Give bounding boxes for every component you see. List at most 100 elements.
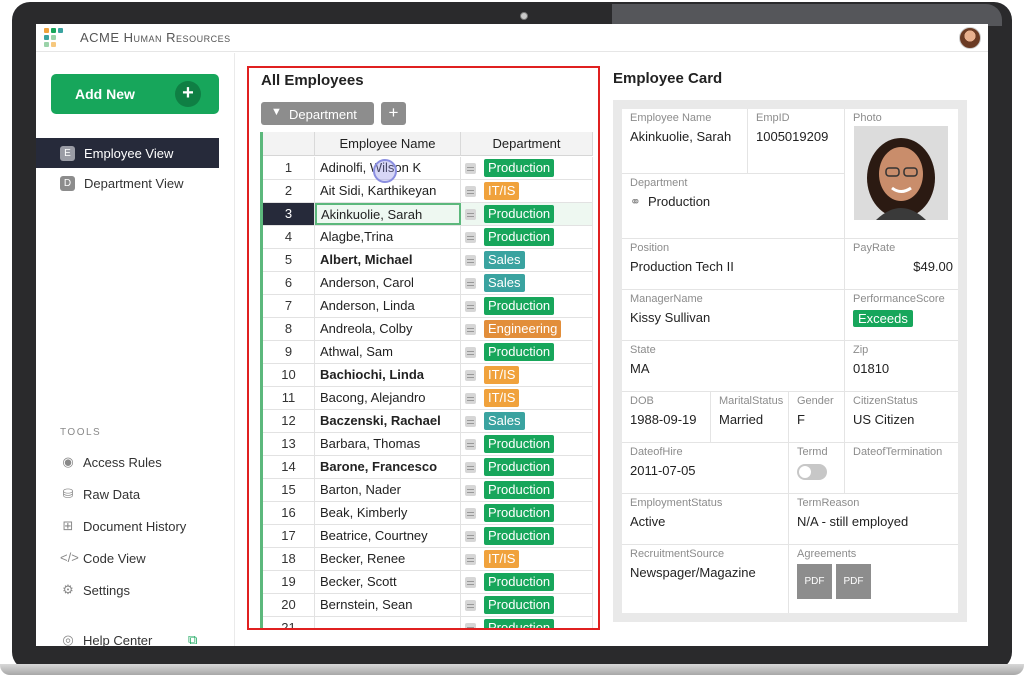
cell-department[interactable]: Sales bbox=[461, 249, 593, 271]
row-number[interactable]: 21 bbox=[263, 617, 315, 628]
cell-employee-name[interactable]: Alagbe,Trina bbox=[315, 226, 461, 248]
row-number[interactable]: 17 bbox=[263, 525, 315, 547]
table-row[interactable]: 5 Albert, Michael Sales bbox=[263, 249, 593, 272]
cell-department[interactable]: Production bbox=[461, 617, 593, 628]
cell-employee-name[interactable]: Athwal, Sam bbox=[315, 341, 461, 363]
cell-employee-name[interactable]: Barone, Francesco bbox=[315, 456, 461, 478]
cell-department[interactable]: IT/IS bbox=[461, 180, 593, 202]
field-dob[interactable]: DOB 1988-09-19 bbox=[622, 392, 711, 443]
table-row[interactable]: 17 Beatrice, Courtney Production bbox=[263, 525, 593, 548]
row-number[interactable]: 13 bbox=[263, 433, 315, 455]
row-number[interactable]: 14 bbox=[263, 456, 315, 478]
row-number[interactable]: 9 bbox=[263, 341, 315, 363]
field-state[interactable]: State MA bbox=[622, 341, 845, 392]
cell-department[interactable]: Production bbox=[461, 594, 593, 616]
table-row[interactable]: 11 Bacong, Alejandro IT/IS bbox=[263, 387, 593, 410]
cell-department[interactable]: Production bbox=[461, 502, 593, 524]
field-date-of-termination[interactable]: DateofTermination bbox=[845, 443, 958, 494]
cell-department[interactable]: Production bbox=[461, 295, 593, 317]
table-row[interactable]: 14 Barone, Francesco Production bbox=[263, 456, 593, 479]
field-termd[interactable]: Termd bbox=[789, 443, 845, 494]
row-number[interactable]: 10 bbox=[263, 364, 315, 386]
row-number[interactable]: 18 bbox=[263, 548, 315, 570]
field-manager[interactable]: ManagerName Kissy Sullivan bbox=[622, 290, 845, 341]
tool-code-view[interactable]: </> Code View bbox=[60, 549, 220, 569]
row-number[interactable]: 6 bbox=[263, 272, 315, 294]
cell-department[interactable]: Production bbox=[461, 456, 593, 478]
table-row[interactable]: 6 Anderson, Carol Sales bbox=[263, 272, 593, 295]
cell-employee-name[interactable]: Anderson, Linda bbox=[315, 295, 461, 317]
table-row[interactable]: 12 Baczenski, Rachael Sales bbox=[263, 410, 593, 433]
cell-department[interactable]: Sales bbox=[461, 272, 593, 294]
row-number[interactable]: 5 bbox=[263, 249, 315, 271]
tool-document-history[interactable]: ⊞ Document History bbox=[60, 517, 220, 537]
cell-employee-name[interactable]: Ait Sidi, Karthikeyan bbox=[315, 180, 461, 202]
tool-access-rules[interactable]: ◉ Access Rules bbox=[60, 453, 220, 473]
table-row[interactable]: 18 Becker, Renee IT/IS bbox=[263, 548, 593, 571]
add-filter-button[interactable]: + bbox=[381, 102, 406, 125]
field-zip[interactable]: Zip 01810 bbox=[845, 341, 958, 392]
row-number[interactable]: 4 bbox=[263, 226, 315, 248]
cell-employee-name[interactable]: Andreola, Colby bbox=[315, 318, 461, 340]
table-row[interactable]: 7 Anderson, Linda Production bbox=[263, 295, 593, 318]
cell-employee-name[interactable] bbox=[315, 617, 461, 628]
field-marital-status[interactable]: MaritalStatus Married bbox=[711, 392, 789, 443]
row-number[interactable]: 2 bbox=[263, 180, 315, 202]
field-performance-score[interactable]: PerformanceScore Exceeds bbox=[845, 290, 958, 341]
row-number[interactable]: 1 bbox=[263, 157, 315, 179]
column-header-department[interactable]: Department bbox=[461, 132, 593, 156]
table-row[interactable]: 2 Ait Sidi, Karthikeyan IT/IS bbox=[263, 180, 593, 203]
tool-settings[interactable]: ⚙ Settings bbox=[60, 581, 220, 601]
cell-employee-name[interactable]: Akinkuolie, Sarah bbox=[315, 203, 461, 225]
field-photo[interactable]: Photo bbox=[845, 109, 958, 239]
field-position[interactable]: Position Production Tech II bbox=[622, 239, 845, 290]
tool-raw-data[interactable]: ⛁ Raw Data bbox=[60, 485, 220, 505]
cell-department[interactable]: IT/IS bbox=[461, 548, 593, 570]
column-header-employee-name[interactable]: Employee Name bbox=[315, 132, 461, 156]
row-number[interactable]: 15 bbox=[263, 479, 315, 501]
cell-department[interactable]: IT/IS bbox=[461, 387, 593, 409]
field-term-reason[interactable]: TermReason N/A - still employed bbox=[789, 494, 958, 545]
field-employment-status[interactable]: EmploymentStatus Active bbox=[622, 494, 789, 545]
department-filter-button[interactable]: ▼ Department bbox=[261, 102, 374, 125]
field-payrate[interactable]: PayRate $49.00 bbox=[845, 239, 958, 290]
sidebar-item-department-view[interactable]: D Department View bbox=[36, 168, 219, 198]
cell-employee-name[interactable]: Barbara, Thomas bbox=[315, 433, 461, 455]
row-number[interactable]: 8 bbox=[263, 318, 315, 340]
pdf-attachment-icon[interactable]: PDF bbox=[836, 564, 871, 599]
table-row[interactable]: 21 Production bbox=[263, 617, 593, 628]
cell-department[interactable]: Sales bbox=[461, 410, 593, 432]
row-number[interactable]: 11 bbox=[263, 387, 315, 409]
cell-department[interactable]: Production bbox=[461, 341, 593, 363]
cell-department[interactable]: IT/IS bbox=[461, 364, 593, 386]
field-recruitment-source[interactable]: RecruitmentSource Newspager/Magazine bbox=[622, 545, 789, 613]
cell-department[interactable]: Production bbox=[461, 571, 593, 593]
table-row[interactable]: 20 Bernstein, Sean Production bbox=[263, 594, 593, 617]
cell-employee-name[interactable]: Becker, Renee bbox=[315, 548, 461, 570]
table-row[interactable]: 4 Alagbe,Trina Production bbox=[263, 226, 593, 249]
termd-toggle[interactable] bbox=[797, 464, 827, 480]
user-avatar[interactable] bbox=[959, 27, 981, 49]
field-department[interactable]: Department ⚭ Production bbox=[622, 174, 845, 239]
table-row[interactable]: 3 Akinkuolie, Sarah Production bbox=[263, 203, 593, 226]
table-row[interactable]: 1 Adinolfi, Wilson K Production bbox=[263, 157, 593, 180]
field-agreements[interactable]: Agreements PDF PDF bbox=[789, 545, 958, 613]
table-row[interactable]: 9 Athwal, Sam Production bbox=[263, 341, 593, 364]
table-row[interactable]: 13 Barbara, Thomas Production bbox=[263, 433, 593, 456]
cell-employee-name[interactable]: Baczenski, Rachael bbox=[315, 410, 461, 432]
field-employee-name[interactable]: Employee Name Akinkuolie, Sarah bbox=[622, 109, 748, 174]
row-number[interactable]: 7 bbox=[263, 295, 315, 317]
cell-department[interactable]: Production bbox=[461, 157, 593, 179]
field-empid[interactable]: EmpID 1005019209 bbox=[748, 109, 845, 174]
cell-department[interactable]: Production bbox=[461, 479, 593, 501]
external-link-icon[interactable]: ⧉ bbox=[188, 632, 197, 646]
cell-department[interactable]: Production bbox=[461, 525, 593, 547]
help-center-link[interactable]: ◎ Help Center ⧉ bbox=[60, 631, 220, 646]
table-row[interactable]: 16 Beak, Kimberly Production bbox=[263, 502, 593, 525]
row-number[interactable]: 16 bbox=[263, 502, 315, 524]
table-row[interactable]: 8 Andreola, Colby Engineering bbox=[263, 318, 593, 341]
cell-employee-name[interactable]: Bachiochi, Linda bbox=[315, 364, 461, 386]
cell-employee-name[interactable]: Albert, Michael bbox=[315, 249, 461, 271]
cell-employee-name[interactable]: Barton, Nader bbox=[315, 479, 461, 501]
pdf-attachment-icon[interactable]: PDF bbox=[797, 564, 832, 599]
